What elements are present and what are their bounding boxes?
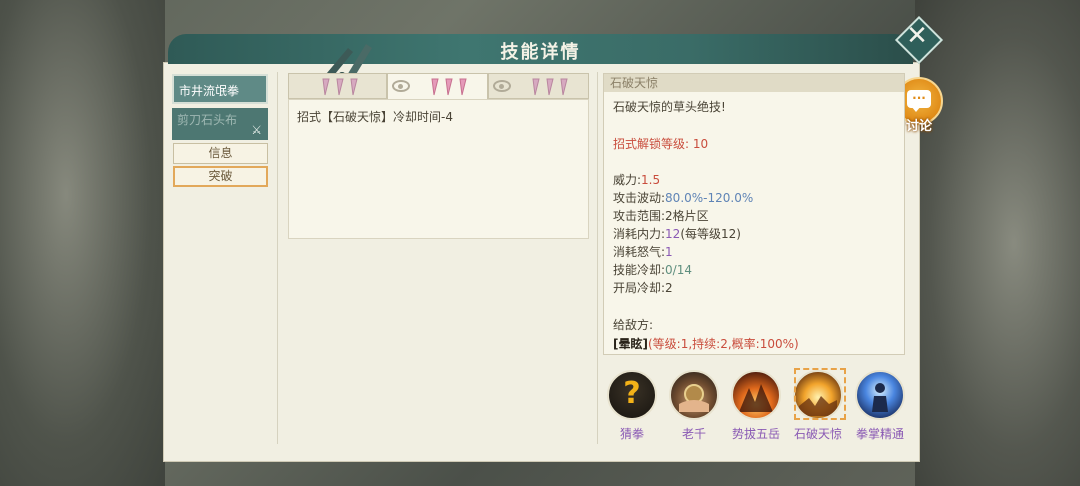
info-button[interactable]: 信息 xyxy=(173,143,268,164)
skill-name: 猜拳 xyxy=(619,427,644,441)
mastery-figure-icon xyxy=(855,370,905,420)
tab-martial-art-2-label: 剪刀石头布 xyxy=(177,113,238,127)
breakthrough-button[interactable]: 突破 xyxy=(173,166,268,187)
effect-row: [晕眩](等级:1,持续:2,概率:100%) xyxy=(613,335,799,352)
chat-dots-icon: ··· xyxy=(912,91,926,105)
wave-label: 攻击波动: xyxy=(613,191,666,205)
panel-title: 技能详情 xyxy=(500,42,581,63)
enemy-label: 给敌方: xyxy=(613,318,654,332)
rage-value: 1 xyxy=(665,245,673,259)
range-label: 攻击范围: xyxy=(613,209,666,223)
skill-detail-box[interactable]: 石破天惊 石破天惊的草头绝技! 招式解锁等级: 10 威力:1.5 攻击波动:8… xyxy=(603,73,905,355)
inner-power-label: 消耗内力: xyxy=(613,227,666,241)
skill-laoqian[interactable]: 老千 xyxy=(665,370,723,442)
skill-name: 老千 xyxy=(681,427,706,441)
inner-power-row: 消耗内力:12(每等级12) xyxy=(613,225,741,242)
close-icon: ✕ xyxy=(906,21,928,51)
inner-power-value: 12 xyxy=(665,227,681,241)
stage-tabs xyxy=(288,73,589,100)
column-divider-right xyxy=(597,72,598,444)
power-value: 1.5 xyxy=(641,173,661,187)
stage-tab-3[interactable] xyxy=(488,73,589,99)
panel-header: 技能详情 xyxy=(168,34,913,94)
stage-ticks-icon xyxy=(532,78,568,96)
background-blur-left xyxy=(0,0,165,486)
effect-detail: (等级:1,持续:2,概率:100%) xyxy=(647,337,799,351)
cooldown-value: 0/14 xyxy=(665,263,692,277)
stage-tab-2[interactable] xyxy=(387,73,488,100)
skill-description: 石破天惊的草头绝技! xyxy=(613,100,726,114)
eye-icon xyxy=(392,80,410,92)
unlock-level-row: 招式解锁等级: 10 xyxy=(613,135,708,152)
skill-name: 石破天惊 xyxy=(793,427,842,441)
swap-icon: ⚔ xyxy=(251,123,262,137)
open-cooldown-value: 2 xyxy=(665,281,673,295)
skill-shiba-wuyue[interactable]: 势拔五岳 xyxy=(727,370,785,442)
skill-name: 拳掌精通 xyxy=(855,427,904,441)
skill-detail-title: 石破天惊 xyxy=(604,74,904,92)
eye-icon xyxy=(493,80,511,92)
stage-ticks-icon xyxy=(431,78,467,96)
range-value: 2格片区 xyxy=(665,209,709,223)
stage-effect-box: 招式【石破天惊】冷却时间-4 xyxy=(288,99,589,239)
unlock-level-label: 招式解锁等级: xyxy=(613,137,690,151)
power-label: 威力: xyxy=(613,173,642,187)
wave-value: 80.0%-120.0% xyxy=(665,191,754,205)
inner-power-extra: (每等级12) xyxy=(680,227,741,241)
tab-martial-art-1[interactable]: 市井流氓拳 xyxy=(172,74,268,104)
skill-guessing-fist[interactable]: ? 猜拳 xyxy=(603,370,661,442)
open-cooldown-row: 开局冷却:2 xyxy=(613,279,673,296)
power-row: 威力:1.5 xyxy=(613,171,660,188)
selected-skill-frame xyxy=(794,368,846,420)
effect-name: [晕眩] xyxy=(613,337,648,351)
cooldown-row: 技能冷却:0/14 xyxy=(613,261,692,278)
skill-quanzhang-jingtong[interactable]: 拳掌精通 xyxy=(851,370,909,442)
coin-hand-icon xyxy=(669,370,719,420)
mountain-burst-icon xyxy=(731,370,781,420)
skill-name: 势拔五岳 xyxy=(731,427,780,441)
close-button[interactable]: ✕ xyxy=(894,15,944,65)
rage-label: 消耗怒气: xyxy=(613,245,666,259)
cooldown-label: 技能冷却: xyxy=(613,263,666,277)
range-row: 攻击范围:2格片区 xyxy=(613,207,709,224)
open-cooldown-label: 开局冷却: xyxy=(613,281,666,295)
stage-ticks-icon xyxy=(322,78,358,96)
wave-row: 攻击波动:80.0%-120.0% xyxy=(613,189,753,206)
column-divider-left xyxy=(277,72,278,444)
background-blur-right xyxy=(915,0,1080,486)
rage-row: 消耗怒气:1 xyxy=(613,243,673,260)
stage-tab-1[interactable] xyxy=(288,73,387,99)
tab-martial-art-2[interactable]: 剪刀石头布 ⚔ xyxy=(172,108,268,140)
stage-effect-text: 招式【石破天惊】冷却时间-4 xyxy=(297,110,453,124)
unlock-level-value: 10 xyxy=(692,137,709,151)
question-mark-icon: ? xyxy=(607,370,657,420)
